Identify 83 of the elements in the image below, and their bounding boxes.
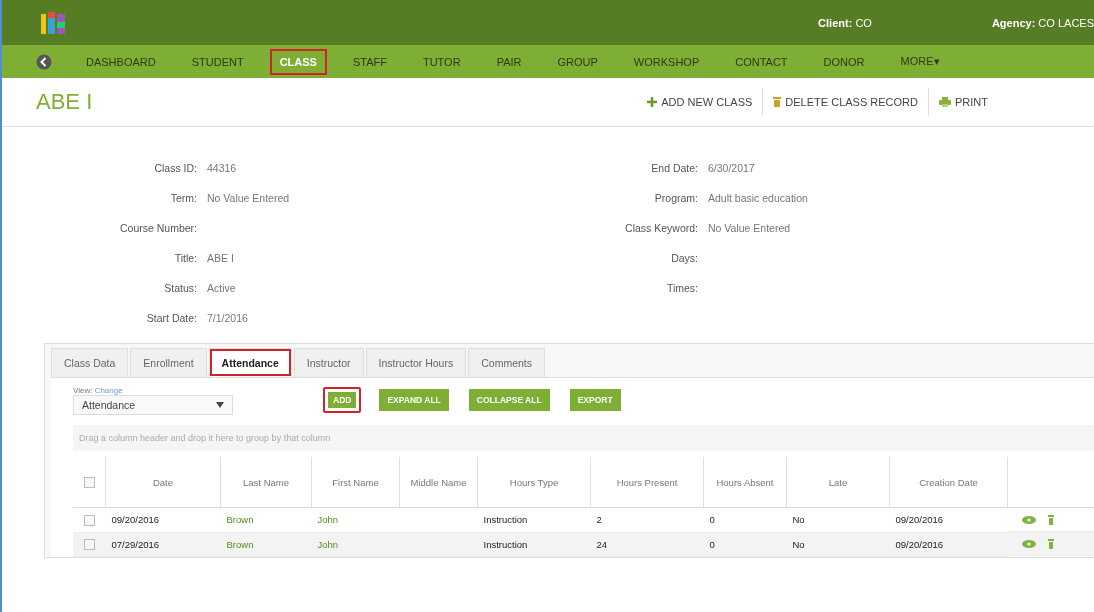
nav-tab[interactable]: CONTACT — [725, 48, 798, 75]
trash-icon[interactable] — [1047, 538, 1054, 549]
group-drop-area: Drag a column header and drop it here to group by that column — [73, 425, 1094, 451]
nav-tab[interactable]: TUTOR — [412, 48, 471, 75]
nav-tab[interactable]: PAIR — [486, 48, 532, 75]
caret-icon — [216, 402, 224, 408]
column-header[interactable]: First Name — [311, 457, 400, 508]
field-label: Class Keyword: — [624, 222, 699, 234]
nav-tab[interactable]: STUDENT — [181, 48, 254, 75]
back-icon[interactable] — [36, 53, 52, 70]
action-button[interactable]: EXPAND ALL — [377, 387, 451, 413]
nav-tab[interactable]: STAFF — [342, 48, 397, 75]
column-header[interactable]: Creation Date — [889, 457, 1008, 508]
field-label: Course Number: — [118, 222, 198, 234]
field-label: Program: — [653, 192, 699, 204]
field-value: ABE I — [207, 252, 234, 264]
field-label: Times: — [665, 282, 699, 294]
field-label: Start Date: — [145, 312, 198, 324]
column-header[interactable]: Hours Type — [477, 457, 591, 508]
action-link[interactable]: PRINT — [928, 88, 998, 116]
action-button[interactable]: ADD — [323, 387, 362, 413]
nav-tab[interactable]: MORE▾ — [890, 48, 950, 75]
action-button[interactable]: EXPORT — [567, 387, 623, 413]
column-header[interactable]: Late — [786, 457, 890, 508]
table-cell: Brown — [226, 514, 254, 526]
table-cell: 0 — [709, 538, 715, 550]
view-dropdown[interactable]: Attendance — [73, 395, 233, 415]
client-info: Client: CO — [818, 16, 872, 29]
plus-icon — [647, 97, 658, 107]
table-cell: 24 — [596, 538, 608, 550]
tab[interactable]: Attendance — [208, 348, 292, 377]
field-label: Title: — [173, 252, 198, 264]
action-button[interactable]: COLLAPSE ALL — [466, 387, 552, 413]
page-title: ABE I — [36, 89, 93, 115]
table-cell: Instruction — [483, 514, 528, 526]
tab[interactable]: Comments — [468, 348, 545, 377]
checkbox[interactable] — [83, 514, 95, 526]
checkbox[interactable] — [83, 477, 95, 488]
trash-icon[interactable] — [1047, 514, 1054, 525]
tab[interactable]: Instructor — [293, 348, 364, 377]
tab[interactable]: Enrollment — [130, 348, 207, 377]
table-cell: Brown — [226, 538, 254, 550]
table-cell: John — [317, 538, 339, 550]
nav-tab[interactable]: CLASS — [269, 48, 327, 75]
eye-icon[interactable] — [1021, 539, 1036, 548]
column-header[interactable]: Hours Absent — [703, 457, 787, 508]
column-header[interactable]: Date — [105, 457, 221, 508]
table-cell: 09/20/2016 — [111, 514, 160, 526]
nav-tab[interactable]: DASHBOARD — [76, 48, 166, 75]
trash-icon — [773, 97, 782, 107]
view-label: View: Change — [73, 386, 124, 395]
change-link[interactable]: Change — [94, 386, 123, 395]
nav-tab[interactable]: DONOR — [813, 48, 875, 75]
nav-tab[interactable]: WORKSHOP — [623, 48, 710, 75]
eye-icon[interactable] — [1021, 515, 1036, 524]
action-link[interactable]: ADD NEW CLASS — [637, 88, 763, 116]
table-cell: 2 — [596, 514, 602, 526]
tab[interactable]: Instructor Hours — [365, 348, 467, 377]
printer-icon — [939, 97, 951, 107]
field-label: Term: — [169, 192, 198, 204]
nav-tab[interactable]: GROUP — [547, 48, 608, 75]
checkbox[interactable] — [83, 539, 95, 550]
agency-info: Agency: CO LACES — [991, 16, 1094, 29]
action-link[interactable]: DELETE CLASS RECORD — [762, 88, 928, 116]
table-cell: No — [792, 538, 805, 550]
tab[interactable]: Class Data — [51, 348, 129, 377]
field-label: Class ID: — [153, 162, 198, 174]
field-label: Days: — [670, 252, 699, 264]
column-header[interactable]: Middle Name — [399, 457, 478, 508]
table-cell: No — [792, 514, 805, 526]
field-value: 7/1/2016 — [207, 312, 248, 324]
column-header[interactable]: Last Name — [220, 457, 312, 508]
field-label: Status: — [163, 282, 198, 294]
field-value: 44316 — [207, 162, 237, 174]
table-cell: Instruction — [483, 538, 528, 550]
column-header[interactable]: Hours Present — [590, 457, 704, 508]
table-cell: 09/20/2016 — [895, 514, 944, 526]
table-cell: 0 — [709, 514, 715, 526]
field-label: End Date: — [650, 162, 699, 174]
table-cell: 09/20/2016 — [895, 538, 944, 550]
table-cell: John — [317, 514, 339, 526]
field-value: Active — [207, 282, 236, 294]
table-cell: 07/29/2016 — [111, 538, 160, 550]
